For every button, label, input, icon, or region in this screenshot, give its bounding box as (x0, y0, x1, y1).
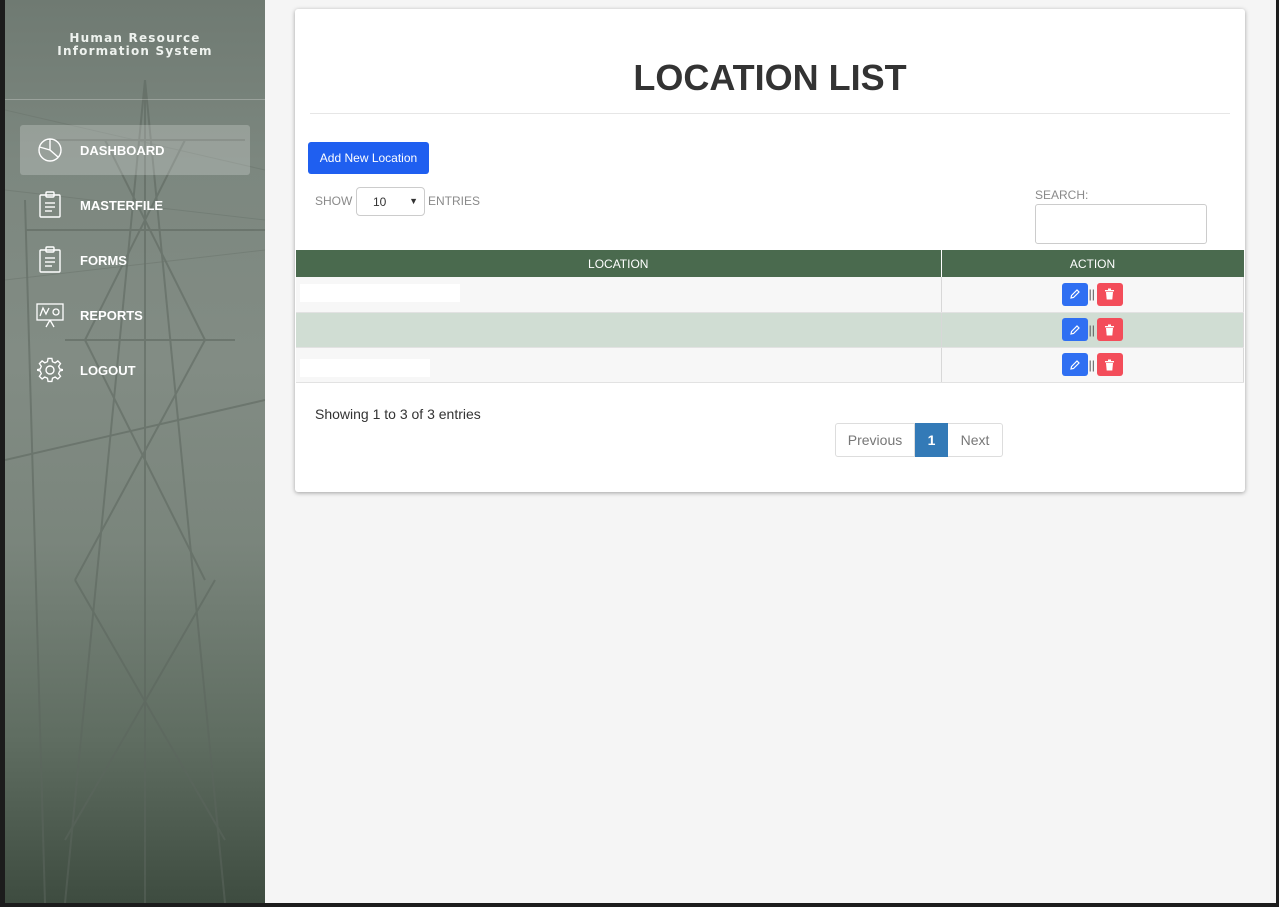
brand-line-2: Information System (57, 44, 213, 58)
location-cell (296, 277, 942, 313)
column-header-action[interactable]: ACTION (941, 250, 1244, 277)
action-separator: || (1088, 322, 1095, 337)
location-cell (296, 347, 942, 383)
pencil-icon (1069, 359, 1080, 370)
table-row: || (296, 312, 1244, 348)
gear-icon (36, 356, 64, 384)
pagination: Previous 1 Next (835, 423, 1003, 457)
delete-button[interactable] (1096, 318, 1123, 341)
action-cell: || (941, 277, 1244, 313)
action-separator: || (1088, 357, 1095, 372)
delete-button[interactable] (1096, 353, 1123, 376)
table-row: || (296, 347, 1244, 383)
pencil-icon (1069, 289, 1080, 300)
presentation-board-icon (36, 301, 64, 329)
pagination-previous[interactable]: Previous (835, 423, 915, 457)
table-info: Showing 1 to 3 of 3 entries (315, 406, 481, 422)
location-value (300, 283, 460, 302)
action-cell: || (941, 347, 1244, 383)
clipboard-icon (36, 246, 64, 274)
sidebar-item-label: REPORTS (80, 307, 143, 323)
sidebar-nav: DASHBOARD MASTERFILE FORMS REPORTS LOGOU… (20, 125, 250, 400)
table-row: || (296, 277, 1244, 313)
pencil-icon (1069, 324, 1080, 335)
brand-title: Human Resource Information System (5, 32, 265, 58)
caret-down-icon: ▼ (409, 196, 418, 206)
action-separator: || (1088, 287, 1095, 302)
sidebar-item-logout[interactable]: LOGOUT (20, 345, 250, 395)
sidebar-item-reports[interactable]: REPORTS (20, 290, 250, 340)
show-label: SHOW (315, 194, 353, 208)
table-header-row: LOCATION ACTION (296, 250, 1244, 277)
pie-chart-icon (36, 136, 64, 164)
search-label: SEARCH: (1035, 188, 1089, 202)
clipboard-icon (36, 191, 64, 219)
sidebar: Human Resource Information System DASHBO… (5, 0, 265, 903)
brand-divider (5, 99, 265, 100)
location-cell (296, 312, 942, 348)
location-value (300, 359, 430, 377)
pagination-next[interactable]: Next (948, 423, 1003, 457)
entries-per-page-select[interactable]: 10 ▼ (356, 187, 425, 216)
sidebar-item-label: LOGOUT (80, 362, 136, 378)
sidebar-item-masterfile[interactable]: MASTERFILE (20, 180, 250, 230)
entries-select-value: 10 (373, 194, 387, 209)
location-list-card: LOCATION LIST Add New Location SHOW 10 ▼… (295, 9, 1245, 492)
entries-label: ENTRIES (428, 194, 481, 208)
trash-icon (1105, 288, 1115, 300)
edit-button[interactable] (1061, 282, 1088, 306)
sidebar-item-forms[interactable]: FORMS (20, 235, 250, 285)
sidebar-item-label: FORMS (80, 252, 127, 268)
action-cell: || (941, 312, 1244, 348)
edit-button[interactable] (1061, 318, 1088, 341)
pagination-page-1[interactable]: 1 (915, 423, 948, 457)
page-title: LOCATION LIST (633, 57, 907, 98)
column-header-location[interactable]: LOCATION (296, 250, 942, 277)
title-divider (310, 113, 1230, 114)
location-table: LOCATION ACTION || || || (296, 250, 1244, 383)
sidebar-item-label: MASTERFILE (80, 197, 164, 213)
edit-button[interactable] (1061, 353, 1088, 376)
sidebar-item-label: DASHBOARD (80, 142, 165, 158)
add-new-location-button[interactable]: Add New Location (308, 142, 429, 174)
search-input[interactable] (1035, 204, 1207, 244)
trash-icon (1105, 324, 1115, 335)
app-window: Human Resource Information System DASHBO… (5, 0, 1276, 903)
trash-icon (1105, 359, 1115, 370)
delete-button[interactable] (1096, 282, 1123, 306)
sidebar-item-dashboard[interactable]: DASHBOARD (20, 125, 250, 175)
